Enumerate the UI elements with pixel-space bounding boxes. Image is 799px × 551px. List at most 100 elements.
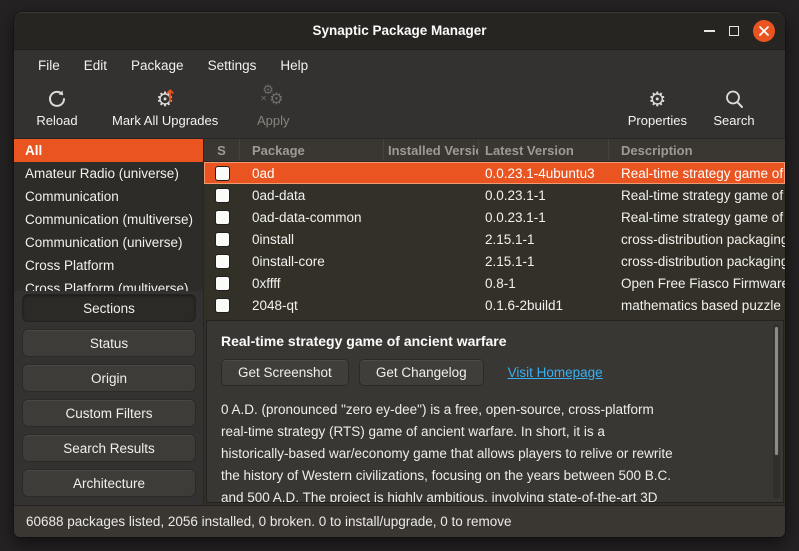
package-name: 0install xyxy=(240,232,384,247)
apply-button[interactable]: ✕ Apply xyxy=(240,84,306,132)
details-title: Real-time strategy game of ancient warfa… xyxy=(221,333,759,349)
properties-button[interactable]: Properties xyxy=(620,84,695,132)
latest-version: 0.8-1 xyxy=(479,276,609,291)
search-icon xyxy=(724,86,745,112)
package-checkbox[interactable] xyxy=(215,210,230,225)
table-row[interactable]: 0install-core 2.15.1-1 cross-distributio… xyxy=(204,250,785,272)
table-header: S Package Installed Version Latest Versi… xyxy=(204,139,785,162)
menu-edit[interactable]: Edit xyxy=(76,55,115,76)
package-checkbox[interactable] xyxy=(215,166,230,181)
reload-button[interactable]: Reload xyxy=(24,84,90,132)
package-checkbox[interactable] xyxy=(215,276,230,291)
menu-help[interactable]: Help xyxy=(272,55,316,76)
package-description: cross-distribution packaging system xyxy=(609,232,785,247)
gear-up-arrow-icon: ↑ xyxy=(156,86,174,112)
category-item[interactable]: Cross Platform xyxy=(14,254,203,277)
maximize-icon[interactable] xyxy=(729,26,739,36)
package-name: 0ad xyxy=(240,166,384,181)
mark-all-upgrades-button[interactable]: ↑ Mark All Upgrades xyxy=(104,84,226,132)
package-description: Real-time strategy game of ancient warfa… xyxy=(609,210,785,225)
gears-icon: ✕ xyxy=(260,86,286,112)
menubar: File Edit Package Settings Help xyxy=(14,50,785,80)
close-icon[interactable] xyxy=(753,20,775,42)
package-checkbox[interactable] xyxy=(215,232,230,247)
table-row[interactable]: 0xffff 0.8-1 Open Free Fiasco Firmware F… xyxy=(204,272,785,294)
latest-version: 0.0.23.1-4ubuntu3 xyxy=(479,166,609,181)
details-pane: Real-time strategy game of ancient warfa… xyxy=(206,320,784,503)
category-item[interactable]: Cross Platform (multiverse) xyxy=(14,277,203,291)
package-checkbox[interactable] xyxy=(215,254,230,269)
column-header-latest-version[interactable]: Latest Version xyxy=(479,139,609,161)
origin-button[interactable]: Origin xyxy=(22,364,196,392)
description-line: historically-based war/economy game that… xyxy=(221,443,759,465)
package-name: 0ad-data-common xyxy=(240,210,384,225)
table-row[interactable]: 0ad-data-common 0.0.23.1-1 Real-time str… xyxy=(204,206,785,228)
package-checkbox[interactable] xyxy=(215,188,230,203)
scrollbar-thumb[interactable] xyxy=(774,326,779,456)
table-row[interactable]: 2048-qt 0.1.6-2build1 mathematics based … xyxy=(204,294,785,316)
statusbar: 60688 packages listed, 2056 installed, 0… xyxy=(14,505,785,537)
category-list: All Amateur Radio (universe) Communicati… xyxy=(14,139,203,291)
column-header-installed-version[interactable]: Installed Version xyxy=(384,139,479,161)
latest-version: 0.0.23.1-1 xyxy=(479,210,609,225)
package-name: 0xffff xyxy=(240,276,384,291)
package-description: Real-time strategy game of ancient warfa… xyxy=(609,188,785,203)
mark-all-upgrades-label: Mark All Upgrades xyxy=(112,113,218,128)
sections-button[interactable]: Sections xyxy=(22,294,196,322)
menu-package[interactable]: Package xyxy=(123,55,192,76)
get-screenshot-button[interactable]: Get Screenshot xyxy=(221,359,349,386)
window-title: Synaptic Package Manager xyxy=(14,23,785,38)
minimize-icon[interactable] xyxy=(704,30,715,32)
synaptic-window: Synaptic Package Manager File Edit Packa… xyxy=(14,12,785,537)
package-description: Real-time strategy game of ancient warfa… xyxy=(609,166,785,181)
latest-version: 0.0.23.1-1 xyxy=(479,188,609,203)
details-actions: Get Screenshot Get Changelog Visit Homep… xyxy=(221,359,759,386)
filter-buttons: Sections Status Origin Custom Filters Se… xyxy=(14,291,203,505)
package-name: 0ad-data xyxy=(240,188,384,203)
category-item-all[interactable]: All xyxy=(14,139,203,162)
details-scrollbar[interactable] xyxy=(773,324,780,499)
category-item[interactable]: Amateur Radio (universe) xyxy=(14,162,203,185)
latest-version: 2.15.1-1 xyxy=(479,254,609,269)
package-description: cross-distribution packaging system xyxy=(609,254,785,269)
reload-icon xyxy=(46,86,68,112)
status-text: 60688 packages listed, 2056 installed, 0… xyxy=(26,514,512,529)
latest-version: 2.15.1-1 xyxy=(479,232,609,247)
details-description: 0 A.D. (pronounced "zero ey-dee") is a f… xyxy=(221,399,759,503)
column-header-description[interactable]: Description xyxy=(609,139,785,161)
package-name: 2048-qt xyxy=(240,298,384,313)
architecture-button[interactable]: Architecture xyxy=(22,469,196,497)
column-header-status[interactable]: S xyxy=(204,139,240,161)
properties-label: Properties xyxy=(628,113,687,128)
package-pane: S Package Installed Version Latest Versi… xyxy=(204,139,785,505)
description-line: and 500 A.D. The project is highly ambit… xyxy=(221,487,759,503)
description-line: the history of Western civilizations, fo… xyxy=(221,465,759,487)
search-button[interactable]: Search xyxy=(701,84,767,132)
category-item[interactable]: Communication xyxy=(14,185,203,208)
apply-label: Apply xyxy=(257,113,290,128)
get-changelog-button[interactable]: Get Changelog xyxy=(359,359,484,386)
table-row[interactable]: 0ad-data 0.0.23.1-1 Real-time strategy g… xyxy=(204,184,785,206)
custom-filters-button[interactable]: Custom Filters xyxy=(22,399,196,427)
package-name: 0install-core xyxy=(240,254,384,269)
gear-icon xyxy=(648,86,666,112)
latest-version: 0.1.6-2build1 xyxy=(479,298,609,313)
description-line: 0 A.D. (pronounced "zero ey-dee") is a f… xyxy=(221,399,759,421)
status-button[interactable]: Status xyxy=(22,329,196,357)
category-item[interactable]: Communication (universe) xyxy=(14,231,203,254)
menu-file[interactable]: File xyxy=(30,55,68,76)
column-header-package[interactable]: Package xyxy=(240,139,384,161)
visit-homepage-link[interactable]: Visit Homepage xyxy=(508,365,603,380)
package-checkbox[interactable] xyxy=(215,298,230,313)
package-description: mathematics based puzzle game xyxy=(609,298,785,313)
table-row[interactable]: 0install 2.15.1-1 cross-distribution pac… xyxy=(204,228,785,250)
titlebar[interactable]: Synaptic Package Manager xyxy=(14,12,785,50)
menu-settings[interactable]: Settings xyxy=(200,55,265,76)
package-description: Open Free Fiasco Firmware Flasher xyxy=(609,276,785,291)
search-results-button[interactable]: Search Results xyxy=(22,434,196,462)
description-line: real-time strategy (RTS) game of ancient… xyxy=(221,421,759,443)
reload-label: Reload xyxy=(36,113,77,128)
category-item[interactable]: Communication (multiverse) xyxy=(14,208,203,231)
table-row[interactable]: 0ad 0.0.23.1-4ubuntu3 Real-time strategy… xyxy=(204,162,785,184)
toolbar: Reload ↑ Mark All Upgrades ✕ Apply Prope… xyxy=(14,80,785,139)
